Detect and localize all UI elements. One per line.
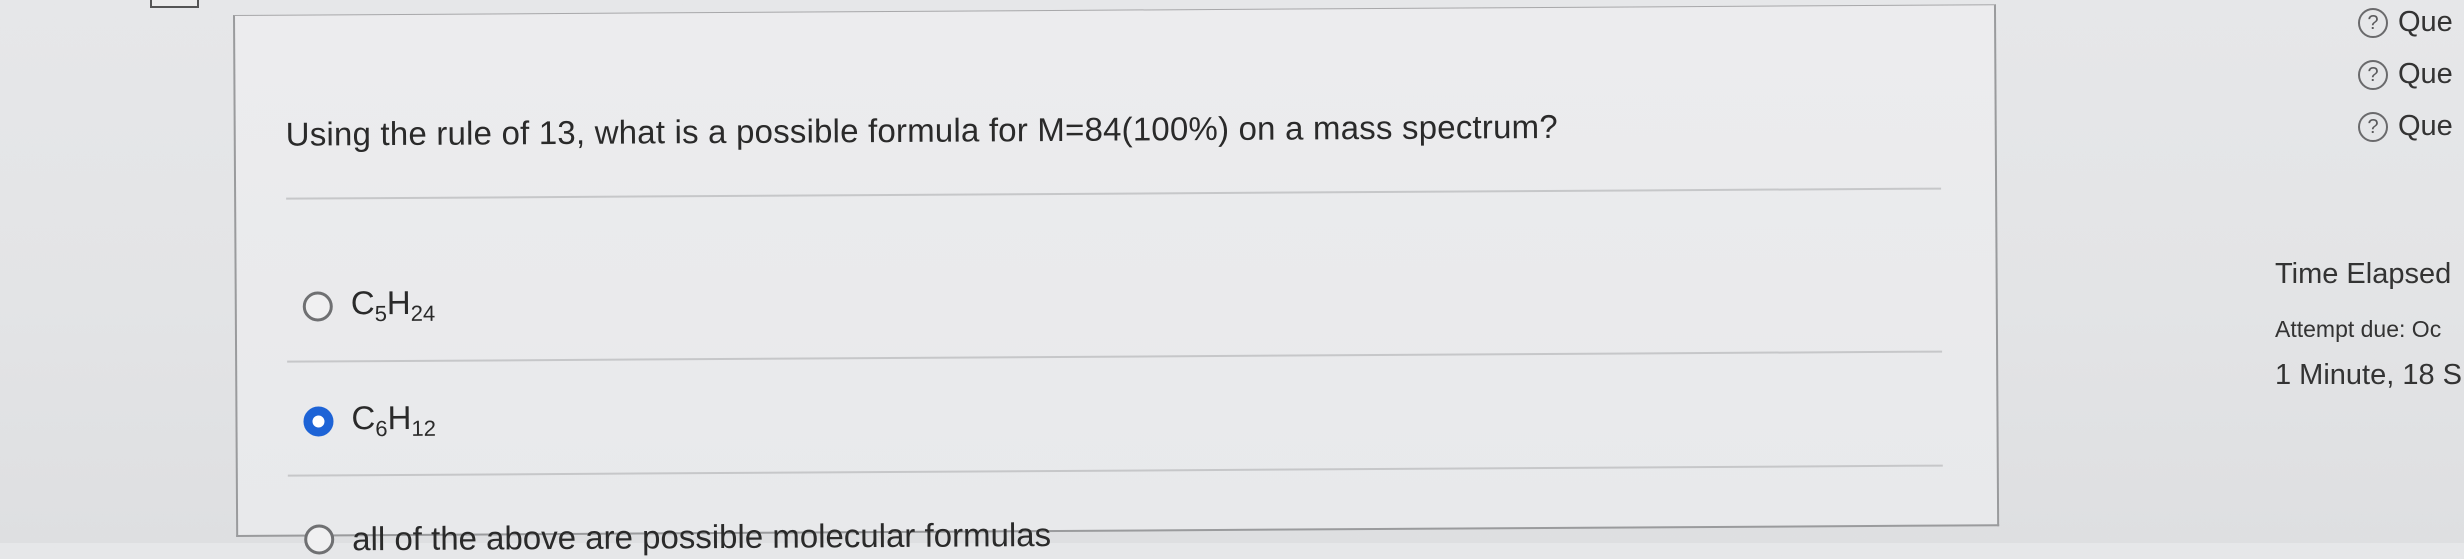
- time-elapsed-title: Time Elapsed: [2275, 258, 2452, 290]
- radio-button-selected[interactable]: [303, 405, 334, 437]
- option-formula: C6H12: [351, 398, 437, 442]
- help-circle-icon: ?: [2358, 111, 2388, 142]
- formula-carbon-count: 6: [375, 416, 388, 442]
- option-formula: C5H24: [350, 283, 436, 327]
- formula-hydrogen-count: 24: [410, 300, 436, 326]
- option-label: all of the above are possible molecular …: [352, 516, 1052, 558]
- help-circle-icon: ?: [2358, 7, 2388, 38]
- divider: [287, 464, 1943, 477]
- attempt-due-text: Attempt due: Oc: [2275, 316, 2442, 342]
- answer-option-c5h24[interactable]: C5H24: [302, 283, 436, 328]
- formula-hydrogen-count: 12: [411, 415, 437, 441]
- question-link-label: Que: [2398, 58, 2453, 90]
- side-panel: ? Que ? Que ? Que Time Elapsed Attempt d…: [2270, 0, 2464, 543]
- question-link[interactable]: ? Que: [2358, 6, 2453, 39]
- answer-option-c6h12[interactable]: C6H12: [303, 399, 436, 443]
- answer-option-all-of-above[interactable]: all of the above are possible molecular …: [304, 516, 1051, 559]
- question-link[interactable]: ? Que: [2358, 58, 2453, 91]
- question-link-label: Que: [2398, 110, 2453, 142]
- top-tab-stub: [150, 0, 199, 8]
- question-link-label: Que: [2398, 6, 2453, 38]
- divider: [286, 187, 1942, 200]
- elapsed-time-value: 1 Minute, 18 S: [2275, 359, 2462, 391]
- question-card: Using the rule of 13, what is a possible…: [233, 4, 2000, 557]
- divider: [287, 350, 1943, 363]
- radio-button-unselected[interactable]: [302, 290, 333, 322]
- radio-button-unselected[interactable]: [304, 524, 335, 555]
- question-link[interactable]: ? Que: [2358, 110, 2453, 143]
- help-circle-icon: ?: [2358, 59, 2388, 90]
- question-text: Using the rule of 13, what is a possible…: [285, 107, 1558, 153]
- formula-carbon-count: 5: [374, 301, 387, 327]
